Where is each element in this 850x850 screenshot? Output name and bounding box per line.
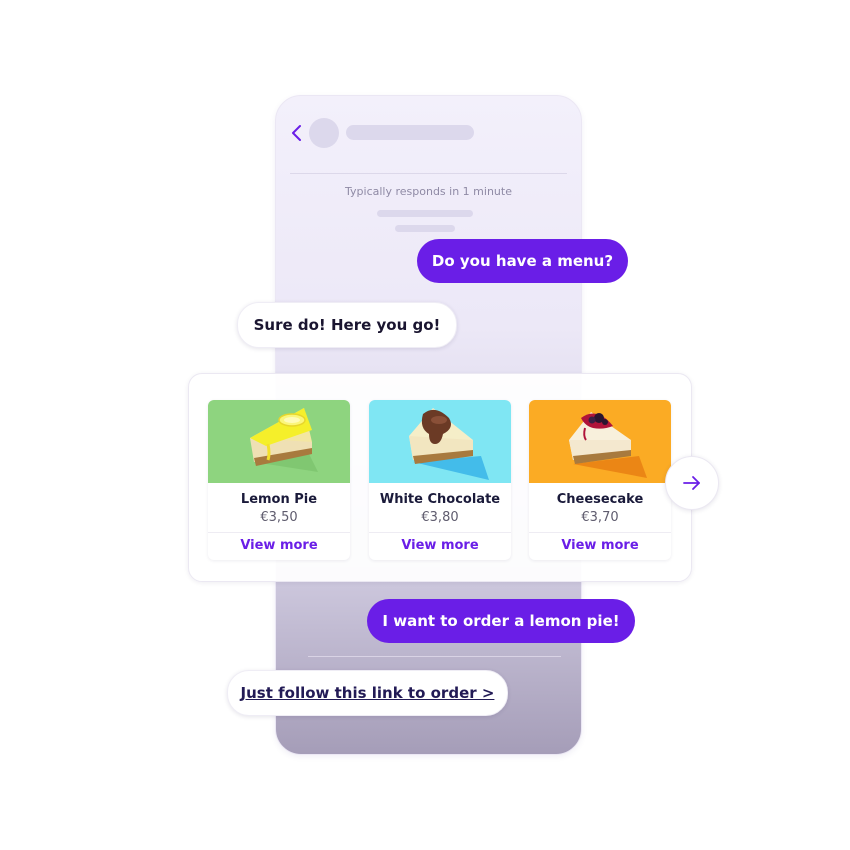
card-divider bbox=[369, 532, 511, 533]
chat-divider bbox=[308, 656, 561, 657]
product-carousel: Lemon Pie €3,50 View more White Chocolat… bbox=[188, 373, 692, 582]
response-time-text: Typically responds in 1 minute bbox=[345, 185, 512, 198]
product-price: €3,80 bbox=[421, 510, 459, 525]
chevron-left-icon[interactable] bbox=[290, 123, 304, 143]
product-name: Lemon Pie bbox=[240, 492, 318, 507]
view-more-link[interactable]: View more bbox=[208, 538, 350, 553]
product-name: White Chocolate bbox=[379, 492, 501, 507]
product-card-cheesecake[interactable]: Cheesecake €3,70 View more bbox=[529, 400, 671, 560]
order-link[interactable]: Just follow this link to order > bbox=[241, 684, 495, 702]
product-image bbox=[529, 400, 671, 483]
card-divider bbox=[208, 532, 350, 533]
view-more-link[interactable]: View more bbox=[529, 538, 671, 553]
message-text: I want to order a lemon pie! bbox=[382, 612, 620, 630]
product-card-lemon-pie[interactable]: Lemon Pie €3,50 View more bbox=[208, 400, 350, 560]
placeholder-line bbox=[395, 225, 455, 232]
message-text: Sure do! Here you go! bbox=[253, 316, 441, 334]
contact-name-placeholder bbox=[346, 125, 474, 140]
carousel-next-button[interactable] bbox=[665, 456, 719, 510]
product-image bbox=[369, 400, 511, 483]
card-divider bbox=[529, 532, 671, 533]
product-card-white-chocolate[interactable]: White Chocolate €3,80 View more bbox=[369, 400, 511, 560]
user-message-bubble: I want to order a lemon pie! bbox=[367, 599, 635, 643]
placeholder-line bbox=[377, 210, 473, 217]
view-more-link[interactable]: View more bbox=[369, 538, 511, 553]
product-image bbox=[208, 400, 350, 483]
arrow-right-icon bbox=[683, 476, 700, 490]
avatar bbox=[309, 118, 339, 148]
header-divider bbox=[290, 173, 567, 174]
product-price: €3,70 bbox=[581, 510, 619, 525]
bot-message-bubble: Sure do! Here you go! bbox=[237, 302, 457, 348]
user-message-bubble: Do you have a menu? bbox=[417, 239, 628, 283]
product-price: €3,50 bbox=[260, 510, 298, 525]
product-name: Cheesecake bbox=[556, 492, 644, 507]
bot-message-bubble: Just follow this link to order > bbox=[227, 670, 508, 716]
message-text: Do you have a menu? bbox=[431, 252, 614, 270]
